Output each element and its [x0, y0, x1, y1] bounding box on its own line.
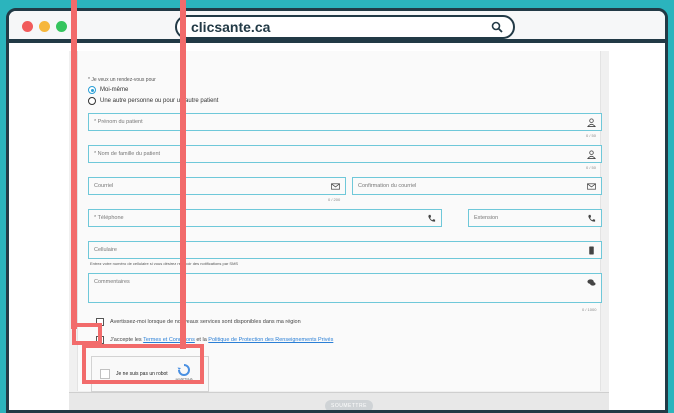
phone-icon [428, 214, 436, 222]
last-name-counter: 0 / 50 [586, 165, 597, 170]
submit-bar: SOUMETTRE [69, 392, 609, 410]
radio-other-label: Une autre personne ou pour un autre pati… [100, 98, 219, 104]
envelope-icon [331, 183, 340, 190]
email-field[interactable]: Courriel [88, 177, 346, 195]
search-icon[interactable] [491, 21, 503, 33]
email-confirm-field[interactable]: Confirmation du courriel [352, 177, 602, 195]
chat-bubbles-icon [587, 279, 596, 286]
mobile-phone-icon [589, 246, 594, 255]
annotation-highlight-captcha [82, 344, 204, 384]
accept-terms-row[interactable]: J'accepte les Termes et Conditions et la… [96, 336, 333, 344]
phone-icon [588, 214, 596, 222]
first-name-field[interactable]: * Prénom du patient [88, 113, 602, 131]
radio-other-person[interactable]: Une autre personne ou pour un autre pati… [88, 97, 218, 105]
email-confirm-placeholder: Confirmation du courriel [358, 183, 417, 189]
last-name-field[interactable]: * Nom de famille du patient [88, 145, 602, 163]
annotation-pointer-line [180, 0, 186, 349]
accept-middle: et la [196, 337, 207, 343]
comments-placeholder: Commentaires [94, 279, 130, 285]
radio-myself[interactable]: Moi-même [88, 86, 128, 94]
user-icon [587, 150, 596, 159]
radio-button-selected[interactable] [88, 86, 96, 94]
user-icon [587, 118, 596, 127]
comments-textarea[interactable]: Commentaires [88, 273, 602, 303]
notify-label: Avertissez-moi lorsque de nouveaux servi… [110, 319, 301, 325]
appointment-for-label: * Je veux un rendez-vous pour [88, 77, 156, 83]
cellphone-placeholder: Cellulaire [94, 247, 117, 253]
extension-field[interactable]: Extension [468, 209, 602, 227]
cellphone-hint: Entrez votre numéro de cellulaire si vou… [90, 261, 239, 266]
extension-placeholder: Extension [474, 215, 499, 221]
comments-counter: 0 / 1000 [582, 307, 597, 312]
first-name-counter: 0 / 50 [586, 133, 597, 138]
privacy-policy-link[interactable]: Politique de Protection des Renseignemen… [208, 337, 333, 343]
radio-button[interactable] [88, 97, 96, 105]
minimize-window-dot[interactable] [39, 21, 50, 32]
phone-field[interactable]: * Téléphone [88, 209, 442, 227]
radio-myself-label: Moi-même [100, 87, 129, 93]
last-name-placeholder: * Nom de famille du patient [94, 151, 161, 157]
maximize-window-dot[interactable] [56, 21, 67, 32]
email-counter: 0 / 200 [328, 197, 341, 202]
address-bar[interactable]: clicsante.ca [175, 15, 515, 39]
first-name-placeholder: * Prénom du patient [94, 119, 143, 125]
email-placeholder: Courriel [94, 183, 114, 189]
url-text: clicsante.ca [191, 19, 271, 35]
accept-prefix: J'accepte les [110, 337, 142, 343]
submit-button[interactable]: SOUMETTRE [325, 400, 373, 410]
close-window-dot[interactable] [22, 21, 33, 32]
cellphone-field[interactable]: Cellulaire [88, 241, 602, 259]
envelope-icon [587, 183, 596, 190]
annotation-pointer-line [71, 0, 77, 329]
appointment-form: * Je veux un rendez-vous pour Moi-même U… [77, 51, 602, 391]
notify-checkbox-row[interactable]: Avertissez-moi lorsque de nouveaux servi… [96, 318, 301, 326]
phone-placeholder: * Téléphone [94, 215, 124, 221]
annotation-highlight-checkbox [72, 323, 102, 345]
terms-link[interactable]: Termes et Conditions [143, 337, 195, 343]
browser-titlebar: clicsante.ca [9, 11, 665, 43]
